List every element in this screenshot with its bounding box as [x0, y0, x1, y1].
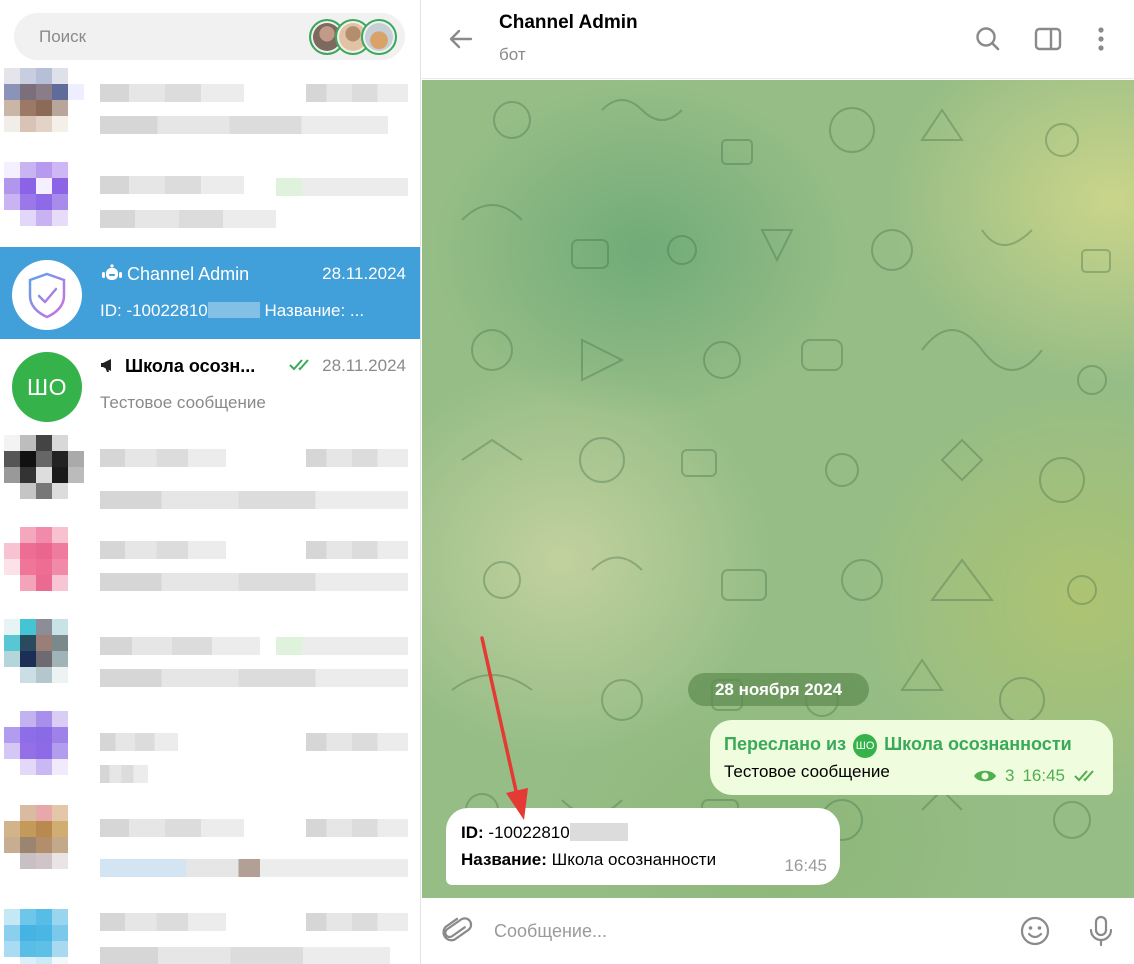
- paperclip-icon: [442, 917, 473, 942]
- chat-date: 28.11.2024: [322, 264, 406, 283]
- message-time: 16:45: [784, 856, 827, 875]
- microphone-icon: [1089, 915, 1113, 947]
- name-value: Школа осознанности: [551, 850, 717, 869]
- forwarded-source-name[interactable]: Школа осознанности: [884, 734, 1072, 754]
- avatar-redacted: [4, 435, 84, 507]
- forwarded-source-avatar: ШО: [853, 734, 878, 758]
- message-input[interactable]: [494, 912, 994, 950]
- chat-header: Channel Admin бот: [422, 0, 1134, 79]
- avatar-redacted: [4, 527, 84, 599]
- message-id-line: ID: -10022810: [461, 823, 628, 843]
- message-bubble-outgoing[interactable]: Переслано из ШО Школа осознанности Тесто…: [710, 720, 1113, 795]
- chat-list-sidebar: Channel Admin 28.11.2024 ID: -10022810 Н…: [0, 0, 421, 964]
- sidebar-toggle-button[interactable]: [1031, 22, 1065, 56]
- back-arrow-icon: [449, 29, 473, 49]
- chat-preview-rest: Название: ...: [264, 301, 365, 320]
- chat-title: Channel Admin: [100, 264, 249, 285]
- avatar-redacted: [4, 805, 84, 877]
- megaphone-icon: [101, 359, 111, 372]
- chat-date: 28.11.2024: [322, 356, 406, 375]
- bot-icon: [102, 264, 122, 280]
- stories-avatars[interactable]: [309, 19, 397, 55]
- search-bar: [14, 13, 405, 60]
- chat-row-redacted[interactable]: [0, 66, 420, 158]
- chat-row-redacted[interactable]: [0, 431, 420, 523]
- date-separator: 28 ноября 2024: [688, 673, 869, 706]
- message-text: Тестовое сообщение: [724, 762, 890, 781]
- name-label: Название:: [461, 850, 547, 869]
- message-time: 16:45: [1022, 766, 1065, 785]
- chat-preview: Тестовое сообщение: [100, 393, 266, 412]
- shield-check-icon: [28, 272, 66, 319]
- chat-row-redacted[interactable]: [0, 615, 420, 707]
- message-bubble-incoming[interactable]: ID: -10022810 Название: Школа осознаннос…: [446, 808, 840, 885]
- chat-row-redacted[interactable]: [0, 891, 420, 964]
- double-check-icon: [1074, 770, 1094, 782]
- avatar-redacted: [4, 162, 84, 234]
- avatar: ШО: [12, 352, 82, 422]
- avatar: [12, 260, 82, 330]
- more-button[interactable]: [1084, 22, 1118, 56]
- avatar-redacted: [4, 619, 84, 691]
- views-count: 3: [1004, 766, 1015, 785]
- search-input[interactable]: [14, 13, 304, 60]
- message-name-line: Название: Школа осознанности: [461, 850, 716, 870]
- chat-row-redacted[interactable]: [0, 799, 420, 891]
- back-button[interactable]: [444, 22, 478, 56]
- emoji-button[interactable]: [1018, 914, 1052, 948]
- chat-row-redacted[interactable]: [0, 523, 420, 615]
- more-vertical-icon: [1098, 27, 1104, 51]
- message-meta: 3 16:45: [973, 766, 1101, 786]
- avatar-redacted: [4, 711, 84, 783]
- avatar-redacted: [4, 68, 84, 140]
- double-check-icon: [289, 358, 315, 375]
- emoji-icon: [1020, 916, 1050, 946]
- redacted-digits: [569, 823, 628, 841]
- redacted-digits: [207, 302, 260, 318]
- chat-header-title[interactable]: Channel Admin: [499, 12, 638, 34]
- chat-header-status: бот: [499, 45, 526, 64]
- id-label: ID:: [461, 823, 484, 842]
- voice-button[interactable]: [1084, 914, 1118, 948]
- attach-button[interactable]: [440, 914, 474, 948]
- chat-row-redacted[interactable]: [0, 158, 420, 250]
- chat-title: Школа осозн...: [100, 356, 255, 377]
- id-value: -10022810: [488, 823, 570, 842]
- search-button[interactable]: [971, 22, 1005, 56]
- forwarded-header[interactable]: Переслано из ШО Школа осознанности: [724, 734, 1072, 758]
- chat-row-redacted[interactable]: [0, 707, 420, 799]
- chat-title-text: Школа осозн...: [125, 356, 256, 376]
- avatar-redacted: [4, 909, 84, 964]
- story-avatar[interactable]: [361, 19, 397, 55]
- chat-preview: ID: -10022810 Название: ...: [100, 301, 364, 321]
- eye-icon: [973, 770, 996, 782]
- chat-title-text: Channel Admin: [127, 264, 250, 284]
- chat-row-channel-admin[interactable]: Channel Admin 28.11.2024 ID: -10022810 Н…: [0, 247, 420, 339]
- chat-preview-id: ID: -10022810: [100, 301, 208, 320]
- forwarded-prefix: Переслано из: [724, 734, 847, 754]
- search-icon: [976, 27, 1000, 51]
- chat-row-school[interactable]: ШО Школа осозн... 28.11.2024 Тестовое со…: [0, 339, 420, 431]
- message-composer: [422, 898, 1134, 964]
- sidebar-toggle-icon: [1034, 27, 1062, 51]
